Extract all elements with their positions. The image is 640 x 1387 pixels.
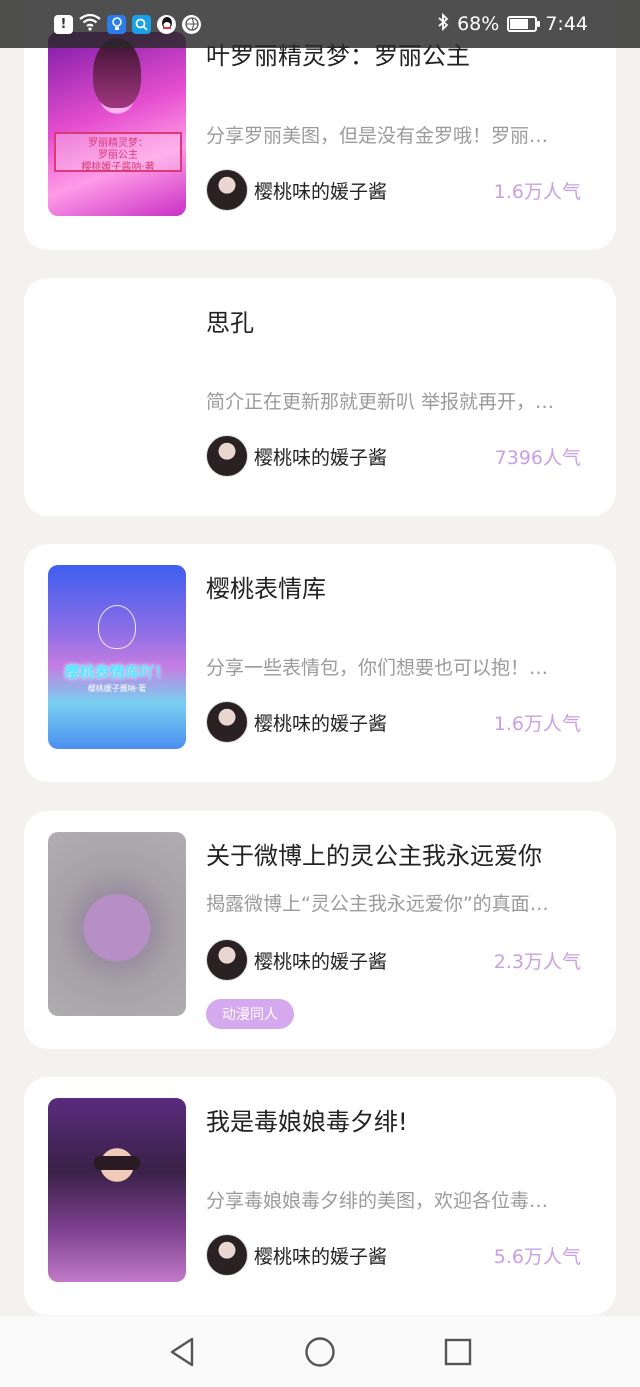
- princess-figure: [93, 38, 141, 108]
- cover-image[interactable]: [48, 832, 186, 1016]
- card-title: 我是毒娘娘毒夕绯!: [206, 1108, 408, 1136]
- status-bar: ! 68% 7:44: [0, 0, 640, 48]
- author-row[interactable]: 樱桃味的媛子酱 2.3万人气: [206, 939, 581, 981]
- card-title: 关于微博上的灵公主我永远爱你: [206, 842, 542, 870]
- author-name[interactable]: 樱桃味的媛子酱: [254, 177, 494, 204]
- collection-card[interactable]: 樱桃表情库吖！ 樱桃媛子酱呐·著 樱桃表情库 分享一些表情包，你们想要也可以抱！…: [24, 544, 616, 782]
- home-icon: [305, 1336, 335, 1367]
- system-nav-bar: [0, 1316, 640, 1387]
- cover-image[interactable]: 樱桃表情库吖！ 樱桃媛子酱呐·著: [48, 565, 186, 749]
- author-row[interactable]: 樱桃味的媛子酱 5.6万人气: [206, 1234, 581, 1276]
- popularity-count: 1.6万人气: [493, 180, 581, 203]
- wifi-icon: [79, 13, 101, 35]
- avatar[interactable]: [206, 939, 248, 981]
- collection-card[interactable]: 我是毒娘娘毒夕绯! 分享毒娘娘毒夕绯的美图，欢迎各位毒… 樱桃味的媛子酱 5.6…: [24, 1077, 616, 1315]
- cover-image[interactable]: 罗丽精灵梦： 罗丽公主 樱桃媛子酱呐·著: [48, 32, 186, 216]
- bluetooth-icon: [437, 12, 449, 36]
- recents-button[interactable]: [438, 1332, 478, 1372]
- avatar[interactable]: [206, 1234, 248, 1276]
- card-description: 分享毒娘娘毒夕绯的美图，欢迎各位毒…: [206, 1190, 549, 1212]
- card-description: 分享一些表情包，你们想要也可以抱！…: [206, 657, 549, 679]
- bulb-app-icon: [107, 14, 126, 34]
- recents-icon: [444, 1338, 472, 1365]
- author-row[interactable]: 樱桃味的媛子酱 7396人气: [206, 435, 581, 477]
- battery-icon: [507, 16, 541, 32]
- card-description: 分享罗丽美图，但是没有金罗哦！罗丽…: [206, 125, 549, 147]
- popularity-count: 5.6万人气: [493, 1245, 581, 1268]
- popularity-count: 1.6万人气: [493, 712, 581, 735]
- cover-stamp: 罗丽精灵梦： 罗丽公主 樱桃媛子酱呐·著: [54, 132, 182, 173]
- card-title: 思孔: [206, 309, 254, 337]
- collection-card[interactable]: 思孔 简介正在更新那就更新叭 举报就再开，… 樱桃味的媛子酱 7396人气: [24, 278, 616, 516]
- author-row[interactable]: 樱桃味的媛子酱 1.6万人气: [206, 169, 581, 211]
- author-row[interactable]: 樱桃味的媛子酱 1.6万人气: [206, 701, 581, 743]
- back-icon: [170, 1337, 194, 1366]
- category-tag[interactable]: 动漫同人: [206, 999, 294, 1029]
- popularity-count: 2.3万人气: [493, 950, 581, 973]
- author-name[interactable]: 樱桃味的媛子酱: [254, 709, 494, 736]
- search-app-icon: [132, 14, 151, 34]
- screen: ! 68% 7:44 罗丽精灵梦： 罗丽公主 樱桃媛子酱呐·著 叶罗丽精灵梦：罗…: [0, 0, 640, 1387]
- collection-card[interactable]: 关于微博上的灵公主我永远爱你 揭露微博上“灵公主我永远爱你”的真面… 樱桃味的媛…: [24, 811, 616, 1049]
- clock: 7:44: [545, 13, 588, 35]
- avatar[interactable]: [206, 701, 248, 743]
- battery-percent: 68%: [457, 13, 500, 35]
- alert-icon: !: [54, 14, 73, 34]
- card-title: 樱桃表情库: [206, 575, 326, 603]
- system-indicators: 68% 7:44: [437, 12, 588, 36]
- popularity-count: 7396人气: [494, 446, 581, 469]
- balloon-graphic: [98, 605, 136, 649]
- author-name[interactable]: 樱桃味的媛子酱: [254, 1242, 494, 1269]
- card-description: 简介正在更新那就更新叭 举报就再开，…: [206, 391, 555, 413]
- character-mask: [94, 1156, 140, 1170]
- back-button[interactable]: [162, 1332, 202, 1372]
- author-name[interactable]: 樱桃味的媛子酱: [254, 443, 495, 470]
- avatar[interactable]: [206, 435, 248, 477]
- cover-image[interactable]: [48, 1098, 186, 1282]
- notification-icons: !: [54, 13, 201, 35]
- author-name[interactable]: 樱桃味的媛子酱: [254, 947, 494, 974]
- home-button[interactable]: [300, 1332, 340, 1372]
- card-description: 揭露微博上“灵公主我永远爱你”的真面…: [206, 893, 549, 915]
- avatar[interactable]: [206, 169, 248, 211]
- ball-app-icon: [182, 14, 201, 34]
- qq-icon: [157, 14, 176, 34]
